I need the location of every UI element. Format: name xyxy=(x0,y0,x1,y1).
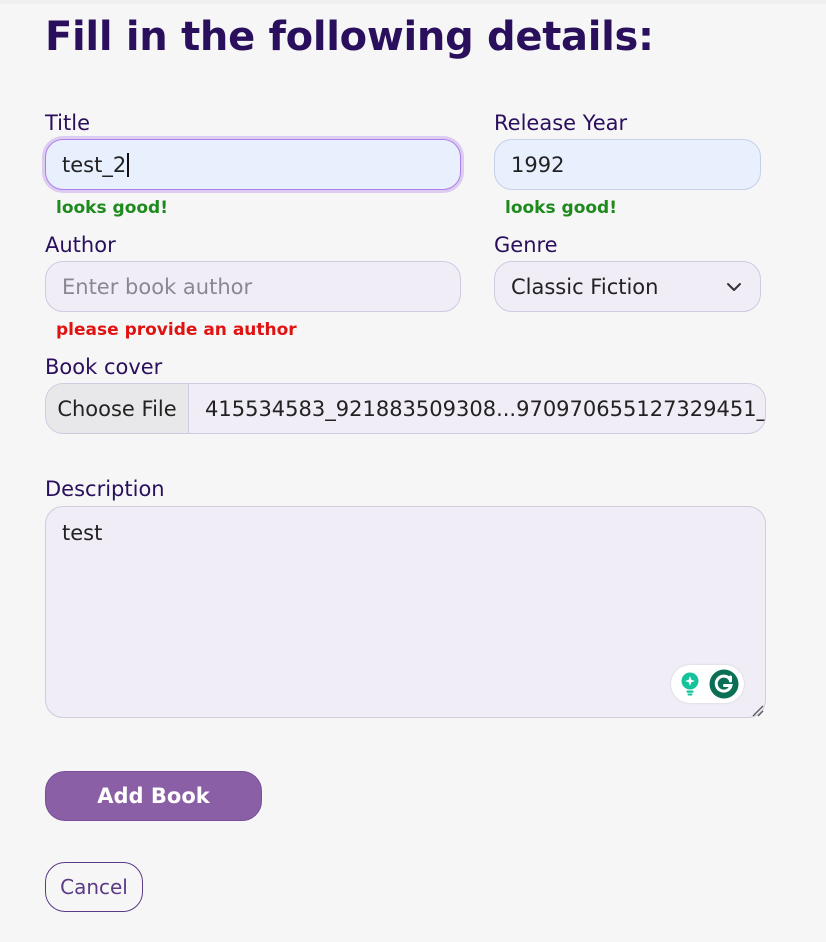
description-label: Description xyxy=(45,477,165,501)
genre-selected-value: Classic Fiction xyxy=(511,274,659,299)
top-strip xyxy=(0,0,826,4)
description-value: test xyxy=(62,521,103,545)
release-year-label: Release Year xyxy=(494,111,628,135)
add-book-button[interactable]: Add Book xyxy=(45,771,262,821)
genre-label: Genre xyxy=(494,233,558,257)
resize-handle-icon[interactable] xyxy=(750,703,764,717)
author-placeholder: Enter book author xyxy=(62,274,253,299)
title-label: Title xyxy=(45,111,91,135)
lightbulb-icon[interactable] xyxy=(679,672,701,696)
page-title: Fill in the following details: xyxy=(45,14,654,60)
release-year-value: 1992 xyxy=(511,152,565,177)
grammarly-widget[interactable] xyxy=(671,665,744,703)
author-input[interactable]: Enter book author xyxy=(45,261,461,312)
author-feedback: please provide an author xyxy=(56,320,297,340)
description-textarea[interactable]: test xyxy=(45,506,766,718)
genre-select[interactable]: Classic Fiction xyxy=(494,261,761,312)
release-year-input[interactable]: 1992 xyxy=(494,139,761,190)
title-input-value: test_2 xyxy=(62,152,127,177)
selected-file-name: 415534583_921883509308...970970655127329… xyxy=(205,396,765,421)
book-cover-label: Book cover xyxy=(45,355,163,379)
chevron-down-icon xyxy=(727,283,741,291)
grammarly-icon[interactable] xyxy=(709,669,739,699)
book-cover-file-input[interactable]: Choose File 415534583_921883509308...970… xyxy=(45,383,766,434)
cancel-button[interactable]: Cancel xyxy=(45,862,143,912)
text-caret xyxy=(127,152,129,177)
author-label: Author xyxy=(45,233,116,257)
release-year-feedback: looks good! xyxy=(505,198,617,218)
choose-file-button[interactable]: Choose File xyxy=(46,384,189,433)
title-input[interactable]: test_2 xyxy=(45,139,461,190)
title-feedback: looks good! xyxy=(56,198,168,218)
